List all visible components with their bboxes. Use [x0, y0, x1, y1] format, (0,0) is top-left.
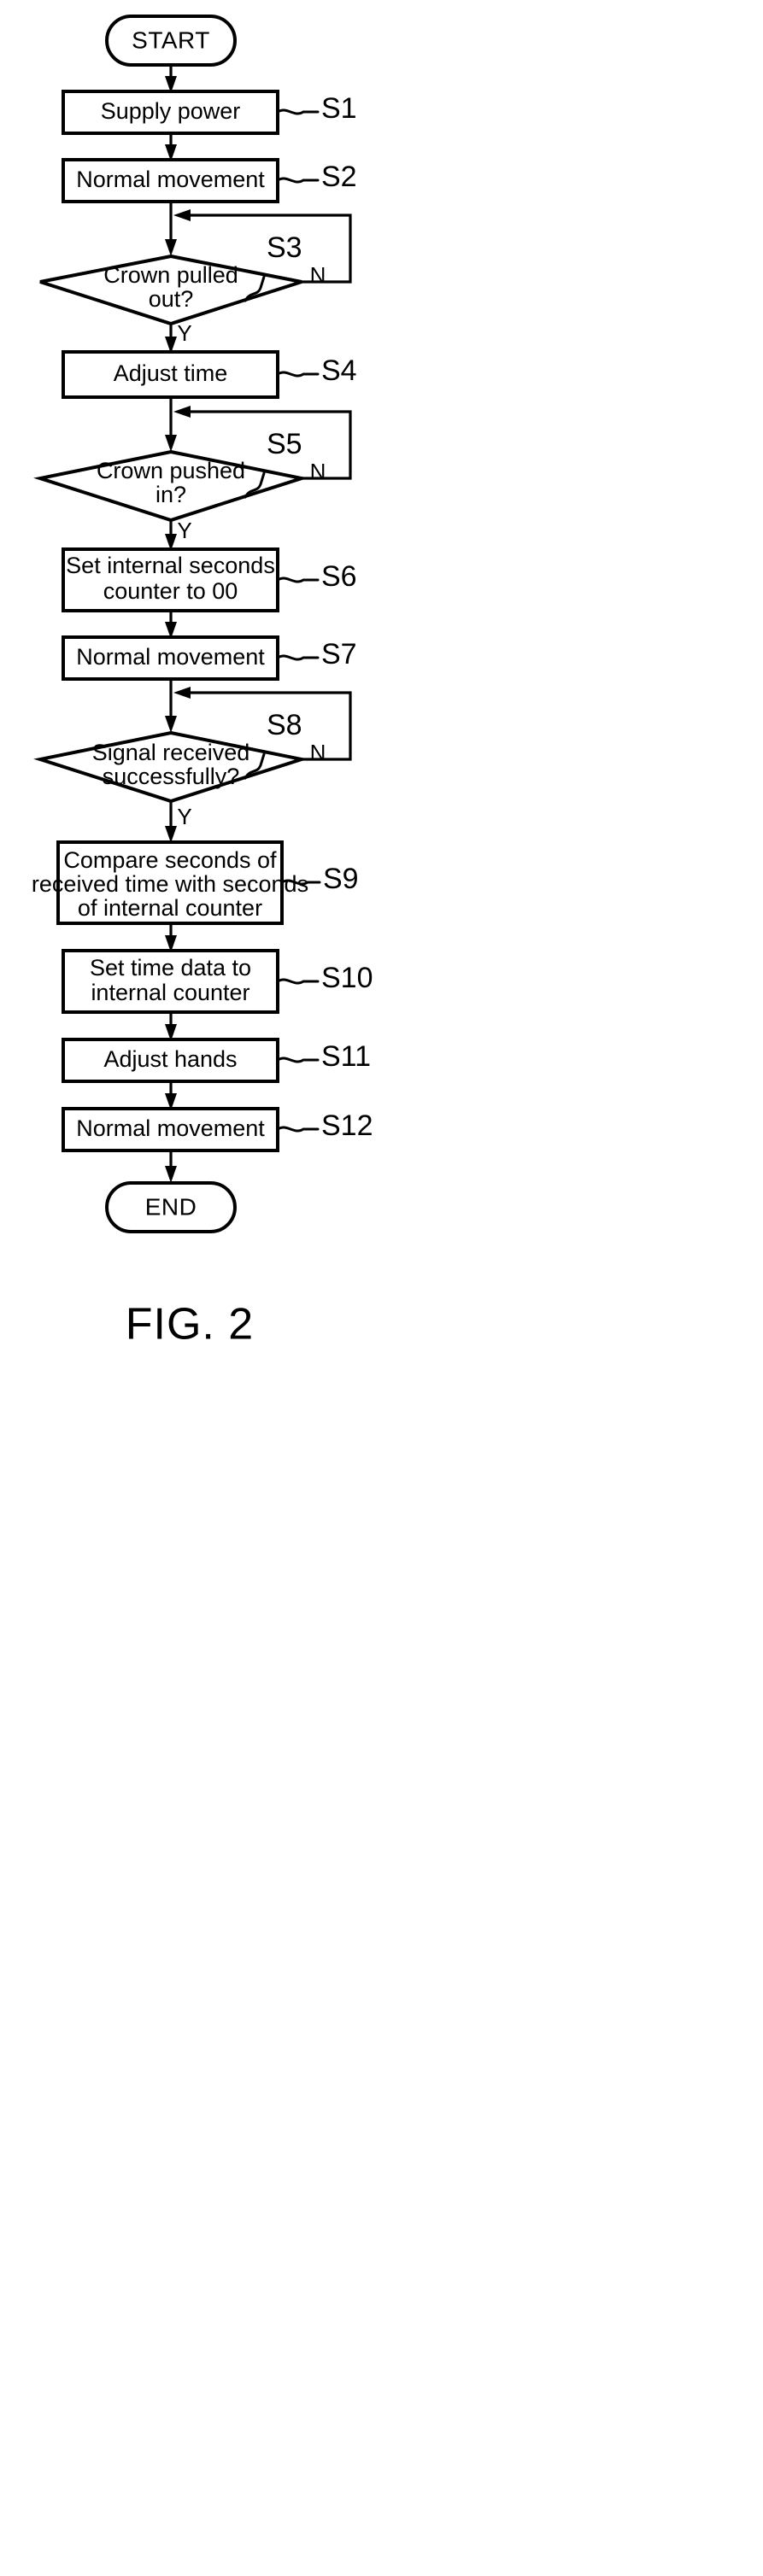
s6-label-line2: counter to 00 — [103, 578, 238, 604]
s5-no-branch-label: N — [310, 459, 326, 484]
s9-label-line3: of internal counter — [78, 895, 262, 921]
s3-step-label: S3 — [267, 231, 302, 264]
s10-label-line1: Set time data to — [90, 955, 251, 981]
s5-label-line2: in? — [156, 482, 186, 507]
s8-yes-branch-label: Y — [177, 804, 191, 829]
s11-step-label: S11 — [321, 1040, 371, 1073]
s4-step-label: S4 — [321, 354, 357, 387]
node-start: START — [105, 15, 237, 67]
s2-label: Normal movement — [76, 167, 265, 192]
s8-no-branch-label: N — [310, 740, 326, 765]
s5-step-label: S5 — [267, 428, 302, 460]
s9-label-line2: received time with seconds — [32, 871, 308, 897]
s1-label: Supply power — [101, 98, 241, 124]
start-terminator-label: START — [132, 26, 210, 53]
s10-label-line2: internal counter — [91, 980, 249, 1005]
s7-step-label: S7 — [321, 638, 357, 670]
s6-step-label: S6 — [321, 560, 357, 593]
s3-label-line1: Crown pulled — [103, 262, 238, 288]
s8-step-label: S8 — [267, 709, 302, 741]
s9-step-label: S9 — [323, 863, 359, 895]
s3-yes-branch-label: Y — [177, 320, 191, 346]
s12-label: Normal movement — [76, 1115, 265, 1141]
s8-label-line1: Signal received — [92, 740, 250, 765]
flowchart-figure: START Supply power S1 Normal movement S2… — [0, 0, 763, 2576]
s7-label: Normal movement — [76, 644, 265, 670]
s3-label-line2: out? — [149, 286, 194, 312]
end-terminator-label: END — [145, 1193, 197, 1220]
s5-yes-branch-label: Y — [177, 518, 191, 543]
s5-label-line1: Crown pushed — [97, 458, 245, 483]
s2-step-label: S2 — [321, 161, 357, 193]
s12-step-label: S12 — [321, 1109, 373, 1142]
figure-caption: FIG. 2 — [126, 1300, 254, 1349]
s4-label: Adjust time — [114, 360, 228, 386]
s6-label-line1: Set internal seconds — [66, 553, 275, 578]
s1-step-label: S1 — [321, 92, 357, 125]
s8-label-line2: successfully? — [103, 764, 240, 789]
node-end: END — [105, 1181, 237, 1233]
s10-step-label: S10 — [321, 962, 373, 994]
s9-label-line1: Compare seconds of — [63, 847, 277, 873]
s3-no-branch-label: N — [310, 262, 326, 288]
s11-label: Adjust hands — [103, 1046, 237, 1072]
